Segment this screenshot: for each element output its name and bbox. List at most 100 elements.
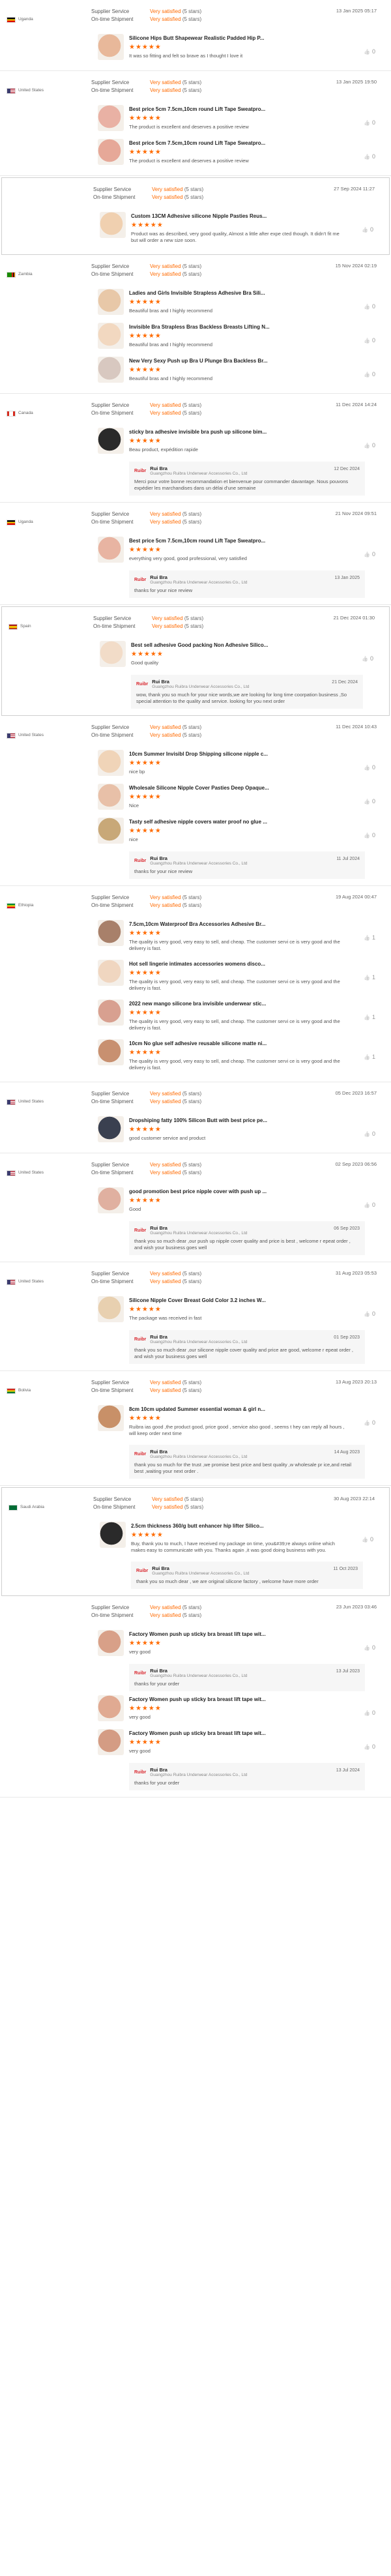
country-flag-icon [8,1505,18,1511]
product-thumbnail[interactable] [98,1039,124,1065]
product-title-link[interactable]: Custom 13CM Adhesive silicone Nipple Pas… [131,213,343,219]
product-title-link[interactable]: Factory Women push up sticky bra breast … [129,1631,345,1637]
helpful-button[interactable]: 👍 1 [364,974,375,981]
helpful-button[interactable]: 👍 0 [362,655,373,662]
helpful-button[interactable]: 👍 1 [364,1014,375,1020]
product-thumbnail[interactable] [98,1729,124,1755]
product-thumbnail[interactable] [98,537,124,563]
helpful-button[interactable]: 👍 0 [364,119,375,126]
review-comment: very good [129,1714,151,1720]
product-thumbnail[interactable] [98,750,124,776]
product-thumbnail[interactable] [100,641,126,667]
helpful-button[interactable]: 👍 0 [364,832,375,838]
helpful-button[interactable]: 👍 0 [362,1536,373,1543]
product-title-link[interactable]: good promotion best price nipple cover w… [129,1189,345,1194]
product-title-link[interactable]: 2.5cm thickness 360/g butt enhancer hip … [131,1523,343,1529]
rating-labels: Supplier Service On-time Shipment [91,8,150,30]
helpful-button[interactable]: 👍 0 [364,153,375,160]
rating-stars-count: (5 stars) [182,271,202,277]
product-thumbnail[interactable] [98,139,124,165]
product-thumbnail[interactable] [98,34,124,60]
product-title-link[interactable]: Silicone Nipple Cover Breast Gold Color … [129,1297,345,1303]
product-thumbnail[interactable] [100,212,126,238]
product-thumbnail[interactable] [98,784,124,810]
product-title-link[interactable]: 10cm No glue self adhesive reusable sili… [129,1041,345,1046]
product-thumbnail[interactable] [98,999,124,1026]
helpful-button[interactable]: 👍 0 [364,1131,375,1137]
product-title-link[interactable]: Tasty self adhesive nipple covers water … [129,819,345,825]
helpful-button[interactable]: 👍 0 [364,764,375,771]
product-title-link[interactable]: Dropshiping fatty 100% Silicon Butt with… [129,1118,345,1123]
product-title-link[interactable]: sticky bra adhesive invisible bra push u… [129,429,345,435]
product-title-link[interactable]: 7.5cm,10cm Waterproof Bra Accessories Ad… [129,921,345,927]
helpful-button[interactable]: 👍 0 [364,1710,375,1716]
helpful-button[interactable]: 👍 0 [364,371,375,378]
product-thumbnail[interactable] [98,289,124,315]
product-thumbnail[interactable] [98,818,124,844]
product-thumbnail[interactable] [98,1116,124,1142]
helpful-count: 0 [371,1202,375,1208]
helpful-button[interactable]: 👍 0 [364,442,375,449]
helpful-button[interactable]: 👍 0 [362,226,373,233]
rating-text: Very satisfied [150,511,181,517]
product-thumbnail[interactable] [98,1187,124,1213]
product-title-link[interactable]: Best price 5cm 7.5cm,10cm round Lift Tap… [129,106,345,112]
helpful-button[interactable]: 👍 1 [364,934,375,941]
product-review: Silicone Hips Butt Shapewear Realistic P… [98,30,384,64]
product-title-link[interactable]: Factory Women push up sticky bra breast … [129,1730,345,1736]
product-thumbnail[interactable] [98,1296,124,1322]
product-thumbnail[interactable] [98,1630,124,1656]
rating-value-line: Very satisfied (5 stars) [150,1379,201,1387]
product-title-link[interactable]: New Very Sexy Push up Bra U Plunge Bra B… [129,358,345,364]
product-review: Tasty self adhesive nipple covers water … [98,814,384,848]
product-title-link[interactable]: Best price 5cm 7.5cm,10cm round Lift Tap… [129,140,345,146]
product-thumbnail[interactable] [98,920,124,946]
helpful-button[interactable]: 👍 0 [364,1310,375,1317]
helpful-button[interactable]: 👍 0 [364,1644,375,1651]
product-thumbnail[interactable] [98,960,124,986]
helpful-button[interactable]: 👍 0 [364,337,375,344]
product-title-link[interactable]: 2022 new mango silicone bra invisible un… [129,1001,345,1007]
ontime-shipment-label: On-time Shipment [91,16,134,22]
product-thumbnail[interactable] [98,357,124,383]
product-title-link[interactable]: Silicone Hips Butt Shapewear Realistic P… [129,35,345,41]
product-thumbnail[interactable] [98,428,124,454]
product-thumbnail[interactable] [98,323,124,349]
product-title-link[interactable]: 10cm Summer Invisibl Drop Shipping silic… [129,751,345,757]
product-thumbnail[interactable] [98,1695,124,1721]
rating-stars-count: (5 stars) [182,1612,202,1618]
helpful-button[interactable]: 👍 0 [364,551,375,557]
supplier-service-label: Supplier Service [91,1271,130,1277]
review-card: Bolivia Supplier Service On-time Shipment V… [0,1371,391,1486]
rating-text: Very satisfied [150,410,181,416]
helpful-button[interactable]: 👍 0 [364,1419,375,1426]
product-title-link[interactable]: Ladies and Girls Invisible Strapless Adh… [129,290,345,296]
reply-date: 14 Aug 2023 [334,1450,360,1455]
rating-stars-count: (5 stars) [182,902,202,908]
helpful-button[interactable]: 👍 0 [364,1743,375,1750]
helpful-button[interactable]: 👍 0 [364,798,375,805]
helpful-button[interactable]: 👍 0 [364,48,375,55]
product-title-link[interactable]: Wholesale Silicone Nipple Cover Pasties … [129,785,345,791]
helpful-button[interactable]: 👍 0 [364,1202,375,1208]
review-date: 11 Dec 2024 14:24 [336,402,377,407]
product-thumbnail[interactable] [98,105,124,131]
country-flag-icon [7,272,16,278]
reply-company: Guangzhou Ruibra Underwear Accessories C… [150,471,248,476]
product-title-link[interactable]: Best price 5cm 7.5cm,10cm round Lift Tap… [129,538,345,544]
product-title-link[interactable]: Invisible Bra Strapless Bras Backless Br… [129,324,345,330]
product-title-link[interactable]: Factory Women push up sticky bra breast … [129,1696,345,1702]
review-card: United States Supplier Service On-time Shi… [0,1082,391,1153]
product-thumbnail[interactable] [100,1522,126,1548]
product-title-link[interactable]: Hot sell lingerie intimates accessories … [129,961,345,967]
helpful-button[interactable]: 👍 1 [364,1054,375,1060]
helpful-button[interactable]: 👍 0 [364,303,375,310]
review-header: Canada Supplier Service On-time Shipment Ve… [7,402,384,424]
product-thumbnail[interactable] [98,1405,124,1431]
product-title-link[interactable]: 8cm 10cm updated Summer essential woman … [129,1406,345,1412]
rating-value-line: Very satisfied (5 stars) [150,511,201,518]
review-header: United States Supplier Service On-time Shi… [7,79,384,101]
supplier-reply: Ruibr Rui Bra Guangzhou Ruibra Underwear A… [129,1221,365,1255]
rating-text: Very satisfied [152,194,183,200]
product-title-link[interactable]: Best sell adhesive Good packing Non Adhe… [131,642,343,648]
